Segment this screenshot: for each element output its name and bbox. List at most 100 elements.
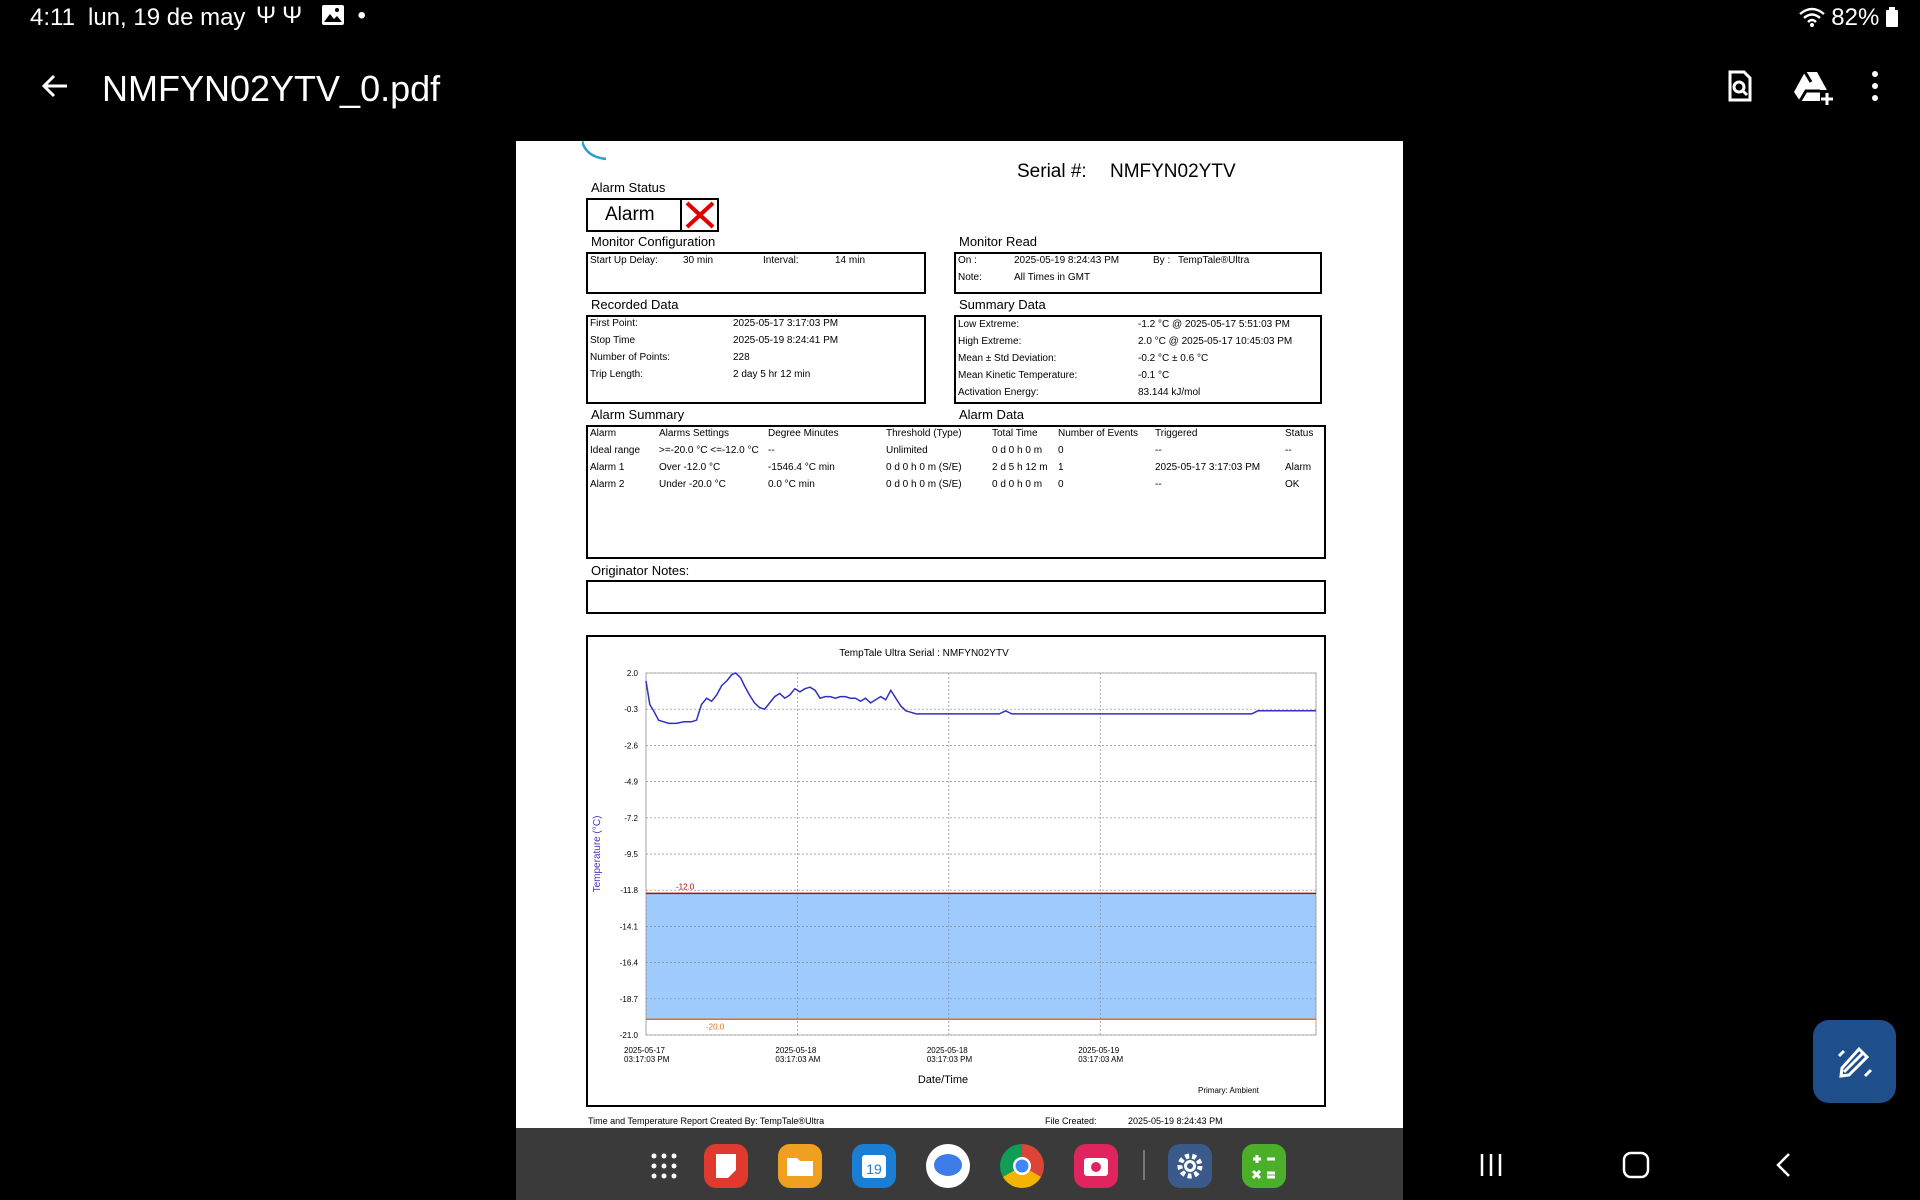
x-tick-time: 03:17:03 PM (624, 1055, 670, 1064)
y-tick-label: -14.1 (620, 922, 639, 931)
summary-field-label: Mean Kinetic Temperature: (958, 370, 1078, 381)
recorded-field-label: First Point: (590, 318, 638, 329)
footer-created-by: Time and Temperature Report Created By: … (588, 1116, 825, 1126)
recorded-data-label: Recorded Data (591, 297, 679, 312)
serial-label: Serial #: (1017, 161, 1087, 182)
recent-apps-icon[interactable] (1476, 1150, 1506, 1180)
recorded-field-label: Number of Points: (590, 352, 671, 363)
summary-field-value: 83.144 kJ/mol (1138, 387, 1201, 398)
back-arrow-icon[interactable] (40, 71, 70, 101)
summary-field-value: -0.1 °C (1138, 370, 1170, 381)
status-time: 4:11 (30, 4, 75, 31)
summary-field-label: High Extreme: (958, 336, 1022, 347)
x-tick-time: 03:17:03 AM (775, 1055, 820, 1064)
alarm-table-cell: -- (768, 445, 775, 456)
notes-icon (716, 1154, 736, 1178)
y-tick-label: -9.5 (624, 850, 638, 859)
gear-icon (1177, 1153, 1203, 1179)
alarm-table-header: Alarms Settings (659, 428, 730, 439)
x-axis-label: Date/Time (918, 1074, 968, 1086)
alarm-table-cell: Alarm (1285, 462, 1312, 473)
pen-edit-icon (1837, 1046, 1873, 1078)
system-back-icon[interactable] (1769, 1150, 1799, 1180)
y-tick-label: -4.9 (624, 778, 638, 787)
svg-text:19: 19 (866, 1161, 882, 1177)
notification-icons: ΨΨ • (256, 2, 372, 30)
originator-notes-box (586, 580, 1326, 614)
y-tick-label: -21.0 (620, 1031, 639, 1040)
status-date: lun, 19 de may (88, 4, 246, 31)
recorded-field-value: 2 day 5 hr 12 min (733, 369, 811, 380)
status-bar: 4:11 lun, 19 de may ΨΨ • 82% (0, 0, 1920, 36)
more-options-icon[interactable] (1853, 64, 1897, 108)
summary-field-label: Mean ± Std Deviation: (958, 353, 1057, 364)
chrome-icon (1013, 1157, 1031, 1175)
calculator-app-icon[interactable] (1242, 1144, 1286, 1188)
recorded-field-label: Stop Time (590, 335, 636, 346)
alarm-table-cell: Alarm 1 (590, 462, 625, 473)
upper-limit-label: -12.0 (676, 882, 695, 891)
interval-value: 14 min (835, 255, 866, 266)
app-drawer-icon[interactable] (642, 1144, 686, 1188)
x-tick-date: 2025-05-18 (927, 1046, 968, 1055)
y-tick-label: -18.7 (620, 995, 639, 1004)
usb-icon: Ψ (256, 2, 283, 29)
recorded-field-label: Trip Length: (590, 369, 643, 380)
alarm-table-cell: -- (1155, 479, 1162, 490)
battery-icon (1886, 7, 1898, 27)
calculator-icon (1251, 1155, 1275, 1180)
recorded-field-value: 2025-05-17 3:17:03 PM (733, 318, 839, 329)
battery-percent: 82% (1831, 4, 1880, 31)
find-in-document-icon[interactable] (1718, 64, 1762, 108)
monitor-read-box: On : 2025-05-19 8:24:43 PM By : TempTale… (954, 252, 1322, 294)
y-tick-label: -0.3 (624, 705, 638, 714)
alarm-table-cell: 0 (1058, 479, 1064, 490)
settings-app-icon[interactable] (1168, 1144, 1212, 1188)
serial-value: NMFYN02YTV (1109, 161, 1236, 182)
interval-label: Interval: (763, 255, 799, 266)
lower-limit-label: -20.0 (706, 1022, 725, 1031)
camera-app-icon[interactable] (1074, 1144, 1118, 1188)
dock-divider (1143, 1150, 1145, 1180)
recorded-field-value: 228 (733, 352, 750, 363)
alarm-table-cell: OK (1285, 479, 1300, 490)
files-app-icon[interactable] (778, 1144, 822, 1188)
alarm-table-header: Number of Events (1058, 428, 1139, 439)
y-tick-label: -16.4 (620, 959, 639, 968)
status-right: 82% (1798, 4, 1898, 32)
recorded-data-box: First Point: 2025-05-17 3:17:03 PM Stop Ti… (586, 315, 926, 404)
logo-fragment (582, 141, 607, 161)
camera-icon (1084, 1158, 1108, 1176)
y-tick-label: -7.2 (624, 814, 638, 823)
calendar-icon: 19 (862, 1155, 886, 1178)
summary-field-label: Activation Energy: (958, 387, 1039, 398)
summary-field-value: -1.2 °C @ 2025-05-17 5:51:03 PM (1138, 319, 1291, 330)
startup-delay-value: 30 min (683, 255, 714, 266)
x-tick-date: 2025-05-18 (775, 1046, 816, 1055)
read-on-value: 2025-05-19 8:24:43 PM (1014, 255, 1120, 266)
calendar-app-icon[interactable]: 19 (852, 1144, 896, 1188)
monitor-config-box: Start Up Delay: 30 min Interval: 14 min (586, 252, 926, 294)
home-icon[interactable] (1621, 1150, 1651, 1180)
y-axis-label: Temperature (°C) (592, 816, 603, 893)
alarm-data-label: Alarm Data (959, 407, 1025, 422)
chrome-app-icon[interactable] (1000, 1144, 1044, 1188)
y-tick-label: -2.6 (624, 741, 638, 750)
footer-file-created-value: 2025-05-19 8:24:43 PM (1128, 1116, 1223, 1126)
alarm-status-box: Alarm (586, 198, 719, 232)
temperature-chart: TempTale Ultra Serial : NMFYN02YTV 2.0 -0.… (592, 648, 1317, 1095)
pdf-page[interactable]: Serial #: NMFYN02YTV Alarm Status Alarm … (516, 141, 1403, 1128)
alarm-table-cell: 2 d 5 h 12 m (992, 462, 1048, 473)
alarm-table-cell: -1546.4 °C min (768, 462, 835, 473)
annotate-button[interactable] (1813, 1020, 1896, 1103)
alarm-table-cell: 0 d 0 h 0 m (992, 445, 1043, 456)
y-tick-label: 2.0 (627, 669, 639, 678)
notes-app-icon[interactable] (704, 1144, 748, 1188)
save-to-drive-icon[interactable] (1790, 64, 1834, 108)
alarm-table-header: Triggered (1155, 428, 1198, 439)
messages-app-icon[interactable] (926, 1144, 970, 1188)
alarm-table-cell: 0 d 0 h 0 m (S/E) (886, 462, 962, 473)
read-note-value: All Times in GMT (1014, 272, 1091, 283)
alarm-table: Alarm Alarms Settings Degree Minutes Thresh… (586, 425, 1326, 559)
summary-data-box: Low Extreme: -1.2 °C @ 2025-05-17 5:51:03… (954, 315, 1322, 404)
